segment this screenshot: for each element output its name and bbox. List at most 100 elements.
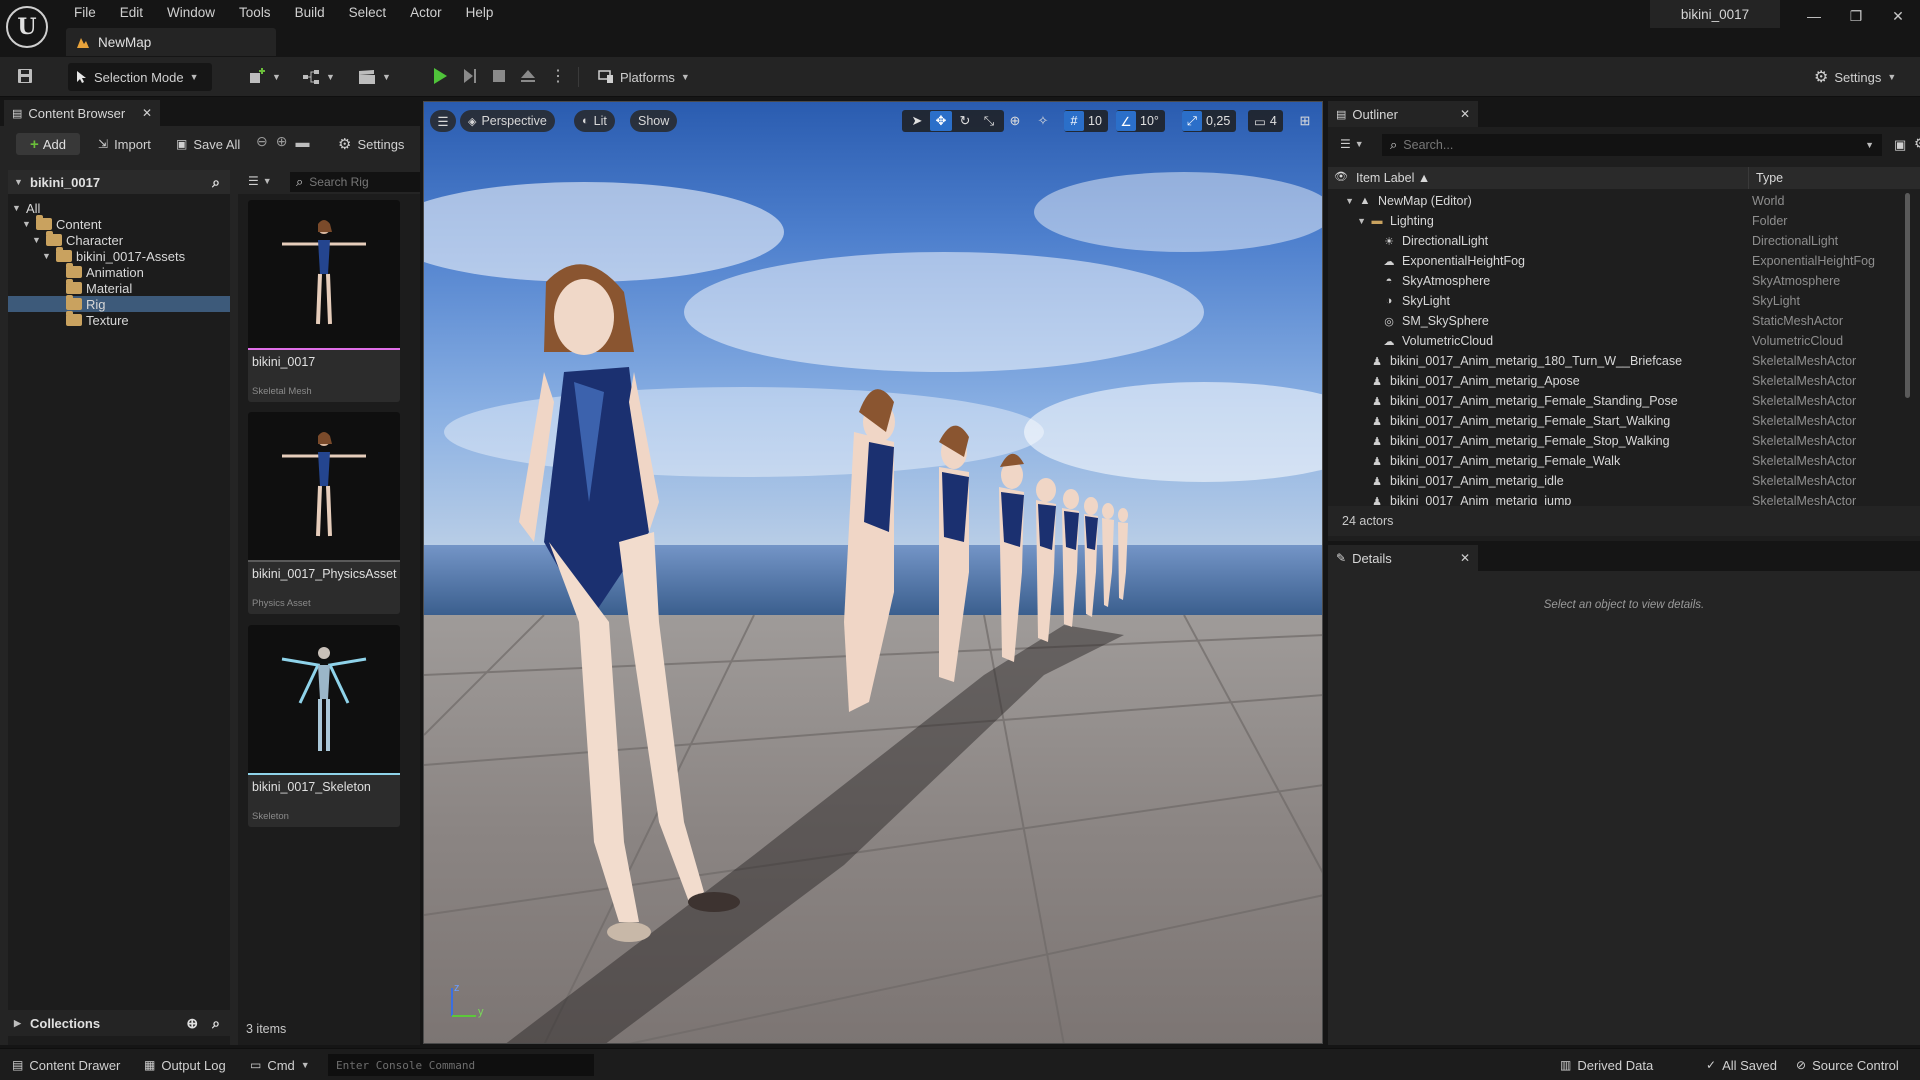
outliner-search-input[interactable]: ⌕ Search... ▼ bbox=[1382, 134, 1882, 156]
minimize-icon[interactable]: — bbox=[1796, 4, 1832, 28]
outliner-row[interactable]: ♟ bikini_0017_Anim_metarig_Female_Stop_Wa… bbox=[1328, 431, 1908, 451]
lit-button[interactable]: ◐ Lit bbox=[574, 110, 615, 132]
cinematics-button[interactable]: ▼ bbox=[352, 63, 397, 91]
blueprint-button[interactable]: ▼ bbox=[296, 63, 341, 91]
chevron-down-icon[interactable]: ▼ bbox=[1328, 216, 1370, 226]
outliner-row[interactable]: ◓ SkyAtmosphere SkyAtmosphere bbox=[1328, 271, 1908, 291]
surface-snap-icon[interactable]: ✧ bbox=[1032, 110, 1054, 132]
outliner-filter-button[interactable]: ☰ ▼ bbox=[1340, 137, 1364, 151]
asset-tile[interactable]: bikini_0017_Skeleton Skeleton bbox=[248, 625, 400, 827]
back-icon[interactable]: ⊖ bbox=[256, 133, 268, 150]
perspective-button[interactable]: ◈ Perspective bbox=[460, 110, 555, 132]
content-browser-settings-button[interactable]: ⚙ Settings bbox=[332, 130, 410, 158]
translate-tool-icon[interactable]: ✥ bbox=[930, 111, 952, 131]
tree-root-header[interactable]: ▼ bikini_0017 ⌕ bbox=[8, 170, 230, 194]
add-folder-icon[interactable]: ▣ bbox=[1894, 137, 1906, 153]
close-icon[interactable]: ✕ bbox=[142, 106, 152, 120]
eject-icon[interactable] bbox=[520, 68, 536, 84]
close-icon[interactable]: ✕ bbox=[1460, 107, 1470, 121]
restore-icon[interactable]: ❐ bbox=[1838, 4, 1874, 28]
search-icon[interactable]: ⌕ bbox=[212, 1015, 220, 1032]
outliner-row[interactable]: ♟ bikini_0017_Anim_metarig_Female_Standin… bbox=[1328, 391, 1908, 411]
unreal-logo-icon[interactable]: U bbox=[6, 6, 48, 48]
show-button[interactable]: Show bbox=[630, 110, 678, 132]
menu-help[interactable]: Help bbox=[454, 4, 506, 22]
source-control-button[interactable]: ⊘ Source Control bbox=[1788, 1053, 1907, 1077]
all-saved-button[interactable]: ✓ All Saved bbox=[1698, 1053, 1785, 1077]
asset-tile[interactable]: bikini_0017 Skeletal Mesh bbox=[248, 200, 400, 402]
tree-item[interactable]: ▼ All bbox=[8, 200, 230, 216]
menu-tools[interactable]: Tools bbox=[227, 4, 283, 22]
add-actor-button[interactable]: ▼ bbox=[242, 63, 287, 91]
tree-item[interactable]: Texture bbox=[8, 311, 230, 328]
menu-select[interactable]: Select bbox=[337, 4, 399, 22]
settings-dropdown[interactable]: ⚙ Settings ▼ bbox=[1808, 63, 1902, 91]
forward-icon[interactable]: ⊕ bbox=[276, 133, 288, 150]
play-icon[interactable] bbox=[432, 67, 448, 85]
outliner-row[interactable]: ▼ ▬ Lighting Folder bbox=[1328, 211, 1908, 231]
tree-item[interactable]: ▼ bikini_0017-Assets bbox=[8, 247, 230, 264]
outliner-row[interactable]: ▼ ▲ NewMap (Editor) World bbox=[1328, 191, 1908, 211]
menu-edit[interactable]: Edit bbox=[108, 4, 155, 22]
console-command-input[interactable]: Enter Console Command bbox=[328, 1054, 594, 1076]
outliner-row[interactable]: ♟ bikini_0017_Anim_metarig_Apose SkeletalM… bbox=[1328, 371, 1908, 391]
tree-item[interactable]: Animation bbox=[8, 263, 230, 280]
outliner-row[interactable]: ♟ bikini_0017_Anim_metarig_idle SkeletalMe… bbox=[1328, 471, 1908, 491]
outliner-row[interactable]: ☁ ExponentialHeightFog ExponentialHeightFo… bbox=[1328, 251, 1908, 271]
item-label-column[interactable]: Item Label ▲ bbox=[1356, 171, 1430, 185]
tree-item[interactable]: ▼ Content bbox=[8, 215, 230, 232]
layout-icon[interactable]: ⊞ bbox=[1294, 110, 1316, 132]
close-window-icon[interactable]: ✕ bbox=[1880, 4, 1916, 28]
menu-actor[interactable]: Actor bbox=[398, 4, 454, 22]
outliner-row[interactable]: ♟ bikini_0017_Anim_metarig_Female_Walk Ske… bbox=[1328, 451, 1908, 471]
save-all-button[interactable]: ▣ Save All bbox=[170, 130, 246, 158]
stop-icon[interactable] bbox=[492, 69, 506, 83]
add-button[interactable]: + Add bbox=[16, 133, 80, 155]
gear-icon[interactable]: ⚙ bbox=[1914, 135, 1920, 152]
outliner-row[interactable]: ☀ DirectionalLight DirectionalLight bbox=[1328, 231, 1908, 251]
world-local-icon[interactable]: ⊕ bbox=[1004, 110, 1026, 132]
eye-icon[interactable]: 👁 bbox=[1334, 170, 1348, 183]
tab-details[interactable]: ✎ Details ✕ bbox=[1328, 545, 1478, 571]
outliner-scrollbar[interactable] bbox=[1905, 193, 1910, 398]
save-icon[interactable] bbox=[14, 65, 36, 87]
scale-snap-toggle[interactable]: ⤢ 0,25 bbox=[1182, 110, 1237, 132]
selection-mode-dropdown[interactable]: Selection Mode ▼ bbox=[68, 63, 212, 91]
outliner-row[interactable]: ◎ SM_SkySphere StaticMeshActor bbox=[1328, 311, 1908, 331]
rotation-snap-toggle[interactable]: ∠ 10° bbox=[1116, 110, 1165, 132]
asset-tile[interactable]: bikini_0017_PhysicsAsset Physics Asset bbox=[248, 412, 400, 614]
outliner-row[interactable]: ◑ SkyLight SkyLight bbox=[1328, 291, 1908, 311]
grid-snap-toggle[interactable]: # 10 bbox=[1064, 110, 1108, 132]
select-tool-icon[interactable]: ➤ bbox=[906, 111, 928, 131]
content-drawer-button[interactable]: ▤ Content Drawer bbox=[4, 1053, 128, 1077]
outliner-row[interactable]: ☁ VolumetricCloud VolumetricCloud bbox=[1328, 331, 1908, 351]
chevron-down-icon[interactable]: ▼ bbox=[1328, 196, 1358, 206]
add-collection-icon[interactable]: ⊕ bbox=[186, 1015, 198, 1032]
filter-button[interactable]: ☰ ▼ bbox=[248, 174, 272, 188]
output-log-button[interactable]: ▦ Output Log bbox=[136, 1053, 234, 1077]
viewport-menu-button[interactable]: ☰ bbox=[430, 110, 456, 132]
more-options-icon[interactable]: ⋮ bbox=[550, 66, 566, 86]
derived-data-button[interactable]: ▥ Derived Data bbox=[1552, 1053, 1661, 1077]
tab-newmap[interactable]: NewMap bbox=[66, 28, 276, 56]
platforms-dropdown[interactable]: Platforms ▼ bbox=[592, 63, 696, 91]
level-viewport[interactable]: ☰ ◈ Perspective ◐ Lit Show ➤ ✥ ↻ ⤡ ⊕ ✧ #… bbox=[423, 101, 1323, 1044]
menu-file[interactable]: File bbox=[62, 4, 108, 22]
outliner-row[interactable]: ♟ bikini_0017_Anim_metarig_180_Turn_W__Br… bbox=[1328, 351, 1908, 371]
scale-tool-icon[interactable]: ⤡ bbox=[978, 111, 1000, 131]
search-icon[interactable]: ⌕ bbox=[212, 174, 220, 191]
cmd-dropdown[interactable]: ▭ Cmd ▼ bbox=[242, 1053, 318, 1077]
tree-item[interactable]: Material bbox=[8, 279, 230, 296]
outliner-row[interactable]: ♟ bikini_0017_Anim_metarig_jump SkeletalMe… bbox=[1328, 491, 1908, 505]
outliner-row[interactable]: ♟ bikini_0017_Anim_metarig_Female_Start_W… bbox=[1328, 411, 1908, 431]
type-column[interactable]: Type bbox=[1756, 171, 1783, 185]
tab-content-browser[interactable]: ▤ Content Browser ✕ bbox=[4, 100, 160, 126]
step-icon[interactable] bbox=[462, 67, 478, 85]
close-icon[interactable]: ✕ bbox=[1460, 551, 1470, 565]
folder-browse-icon[interactable]: ▬ bbox=[295, 134, 309, 150]
rotate-tool-icon[interactable]: ↻ bbox=[954, 111, 976, 131]
camera-speed-button[interactable]: ▭ 4 bbox=[1248, 110, 1283, 132]
tree-item[interactable]: ▼ Character bbox=[8, 231, 230, 248]
tree-item[interactable]: Rig bbox=[8, 295, 230, 312]
asset-search-input[interactable]: ⌕ Search Rig bbox=[290, 172, 420, 192]
